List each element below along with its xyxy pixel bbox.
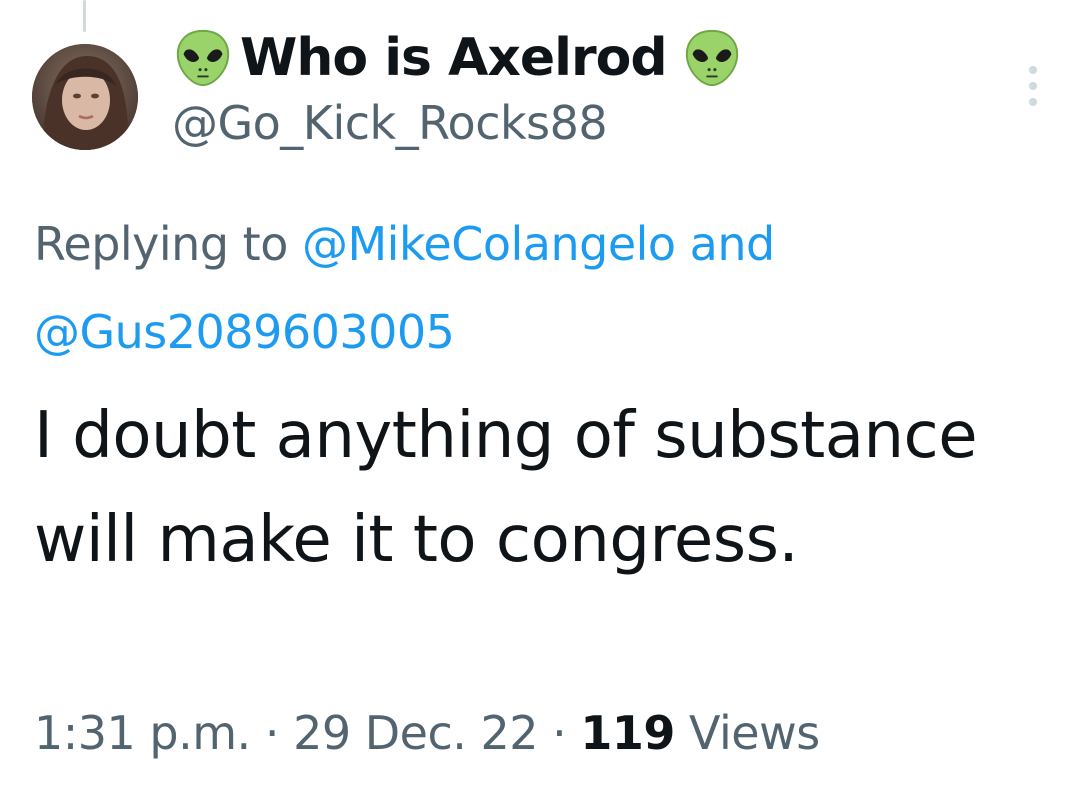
tweet-meta: 1:31 p.m. · 29 Dec. 22 · 119 Views [34, 706, 820, 760]
mention-link[interactable]: @MikeColangelo [302, 217, 676, 271]
replying-to-label: Replying to [34, 217, 288, 271]
author-display-name[interactable]: Who is Axelrod [240, 28, 668, 88]
meta-separator: · [264, 706, 280, 760]
avatar[interactable] [32, 44, 138, 150]
replying-to: Replying to @MikeColangelo and @Gus20896… [34, 200, 1044, 376]
tweet-text: I doubt anything of substance will make … [34, 399, 978, 577]
more-dot [1029, 82, 1037, 90]
reply-joiner: and [689, 217, 776, 271]
alien-emoji-icon [176, 29, 230, 87]
author-handle[interactable]: @Go_Kick_Rocks88 [172, 96, 1000, 150]
author-name-row[interactable]: Who is Axelrod [172, 22, 1000, 94]
tweet-date[interactable]: 29 Dec. 22 [293, 706, 538, 760]
mention-link[interactable]: @Gus2089603005 [34, 305, 455, 359]
more-dot [1029, 98, 1037, 106]
tweet-time[interactable]: 1:31 p.m. [34, 706, 251, 760]
alien-emoji-icon [685, 29, 738, 87]
views-count: 119 [580, 706, 675, 760]
more-options-icon[interactable] [1026, 66, 1040, 106]
tweet-header: Who is Axelrod @Go_Kick_Rocks88 [172, 22, 1000, 150]
meta-separator: · [552, 706, 567, 760]
thread-connector-line [83, 0, 86, 32]
more-dot [1029, 66, 1037, 74]
avatar-photo [32, 44, 138, 150]
views-label: Views [689, 706, 820, 760]
